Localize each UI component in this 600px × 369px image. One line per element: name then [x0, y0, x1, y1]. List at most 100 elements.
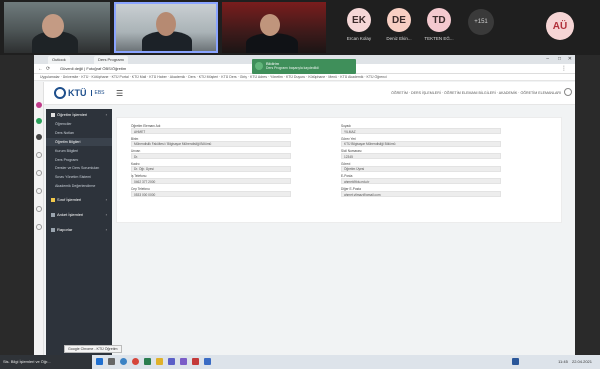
- chrome-icon[interactable]: [132, 358, 139, 365]
- rail-icon-7[interactable]: [36, 206, 42, 212]
- participant-name: Deniz Ekin...: [386, 36, 412, 41]
- profile-form-card: Öğretim Elemanı Adı AHMET Birim Mühendislik…: [116, 117, 562, 223]
- form-column-left: Öğretim Elemanı Adı AHMET Birim Mühendislik…: [131, 124, 291, 200]
- sidebar-item[interactable]: Sınav Yönetim Sistemi: [46, 173, 112, 182]
- rail-icon-3[interactable]: [36, 134, 42, 140]
- logo-text: KTÜ: [68, 88, 87, 98]
- app-header: KTÜ EBS ☰ ÖĞRETİM · DERS İŞLEMLERİ · ÖĞR…: [44, 82, 575, 105]
- url-field[interactable]: Güvenli değil | Fotoğraf ÖBS/Öğretim: [60, 66, 126, 71]
- avatar: DE: [387, 8, 411, 32]
- sidebar-item[interactable]: Kurum Bilgileri: [46, 146, 112, 155]
- browser-window: Outlook Ders Programı – □ ✕ ← ⟳ Güvenli …: [34, 55, 575, 355]
- rail-icon-4[interactable]: [36, 152, 42, 158]
- rail-icon-2[interactable]: [36, 118, 42, 124]
- close-icon[interactable]: ✕: [568, 56, 572, 62]
- sidebar-group[interactable]: Sınıf İşlemleri ›: [46, 194, 112, 205]
- rail-icon-8[interactable]: [36, 224, 42, 230]
- form-field: Görevi Öğretim Üyesi: [341, 162, 501, 172]
- field-input[interactable]: ahmet.yilmaz@gmail.com: [341, 190, 501, 197]
- sidebar-item[interactable]: Öğrenciler: [46, 120, 112, 129]
- participant-name: Ercan Kolay: [346, 36, 372, 41]
- onenote-icon[interactable]: [180, 358, 187, 365]
- field-input[interactable]: 0533 000 0000: [131, 190, 291, 197]
- sidebar-group[interactable]: Öğretim İşlemleri ›: [46, 109, 112, 120]
- word-icon[interactable]: [204, 358, 211, 365]
- sidebar-item[interactable]: Akademik Değerlendirme: [46, 181, 112, 190]
- video-tile-2[interactable]: [114, 2, 218, 53]
- taskbar-window-label[interactable]: Sis. Bilgi İşlemleri ve Öğr...: [0, 355, 92, 369]
- sidebar-group-label: Raporlar: [57, 227, 73, 233]
- chevron-down-icon: ›: [105, 197, 107, 203]
- form-field: Sicil Numarası 12345: [341, 149, 501, 160]
- field-input[interactable]: Mühendislik Fakültesi / Bilgisayar Mühen…: [131, 140, 291, 147]
- folder-icon: [51, 198, 55, 203]
- clock[interactable]: 11:45 22.04.2021: [558, 359, 592, 364]
- folder-icon: [51, 213, 55, 218]
- menu-dots-icon[interactable]: ⋮: [561, 65, 567, 72]
- rail-icon-6[interactable]: [36, 188, 42, 194]
- screen: EK Ercan Kolay DE Deniz Ekin... TD TEKTE…: [0, 0, 600, 369]
- participant-head: [156, 12, 176, 36]
- edge-icon[interactable]: [120, 358, 127, 365]
- folder-icon[interactable]: [156, 358, 163, 365]
- minimize-icon[interactable]: –: [546, 56, 549, 62]
- tray-app-icon[interactable]: [512, 358, 519, 365]
- video-tile-3[interactable]: [222, 2, 326, 53]
- sidebar-group-label: Anket İşlemleri: [57, 212, 84, 218]
- sidebar: Öğretim İşlemleri › Öğrenciler Ders Notları…: [46, 109, 112, 355]
- field-input[interactable]: KTÜ Bilgisayar Mühendisliği Bölümü: [341, 140, 501, 147]
- back-icon[interactable]: ←: [38, 66, 43, 72]
- ktu-logo[interactable]: KTÜ EBS: [54, 87, 105, 99]
- participant-silhouette: [246, 33, 298, 53]
- folder-icon: [51, 112, 55, 117]
- more-participants-button[interactable]: +151: [468, 9, 494, 35]
- field-input[interactable]: Öğretim Üyesi: [341, 165, 501, 172]
- form-column-right: Soyadı YILMAZ Görev Yeri KTÜ Bilgisayar Müh…: [341, 124, 501, 200]
- breadcrumb: ÖĞRETİM · DERS İŞLEMLERİ · ÖĞRETİM ELEMA…: [391, 91, 561, 95]
- notification-text: Ders Programı başarıyla kaydedildi: [266, 66, 319, 70]
- user-menu-icon[interactable]: [564, 88, 572, 96]
- field-input[interactable]: Dr. Öğr. Üyesi: [131, 165, 291, 172]
- field-input[interactable]: 0462 377 2000: [131, 178, 291, 185]
- field-input[interactable]: 12345: [341, 153, 501, 160]
- field-input[interactable]: YILMAZ: [341, 128, 501, 134]
- video-tile-1[interactable]: [4, 2, 110, 53]
- participant-ek[interactable]: EK Ercan Kolay: [340, 8, 378, 41]
- powerpoint-icon[interactable]: [192, 358, 199, 365]
- search-icon[interactable]: [108, 358, 115, 365]
- sidebar-group[interactable]: Anket İşlemleri ›: [46, 209, 112, 220]
- avatar: TD: [427, 8, 451, 32]
- rail-icon-1[interactable]: [36, 102, 42, 108]
- field-input[interactable]: AHMET: [131, 128, 291, 134]
- field-input[interactable]: ahmet@ktu.edu.tr: [341, 178, 501, 185]
- sidebar-item[interactable]: Ders Programı: [46, 155, 112, 164]
- participant-head: [42, 14, 64, 38]
- notification-icon: [255, 62, 263, 70]
- participant-td[interactable]: TD TEKTEN EĞ...: [420, 8, 458, 41]
- form-field: Birim Mühendislik Fakültesi / Bilgisayar …: [131, 137, 291, 147]
- teams-icon[interactable]: [168, 358, 175, 365]
- folder-icon: [51, 228, 55, 233]
- reload-icon[interactable]: ⟳: [46, 66, 50, 72]
- sidebar-item[interactable]: Dersler ve Ders Sorumluları: [46, 164, 112, 173]
- app-area: KTÜ EBS ☰ ÖĞRETİM · DERS İŞLEMLERİ · ÖĞR…: [34, 82, 575, 355]
- form-field: İş Telefonu 0462 377 2000: [131, 174, 291, 185]
- rail-icon-5[interactable]: [36, 170, 42, 176]
- bookmarks-bar[interactable]: Uygulamalar · Üniversite · KTÜ · Kütüpha…: [34, 74, 575, 81]
- form-field: Diğer E-Posta ahmet.yilmaz@gmail.com: [341, 187, 501, 197]
- hamburger-menu-icon[interactable]: ☰: [116, 89, 123, 98]
- notification-toast[interactable]: Bildirim Ders Programı başarıyla kaydedi…: [252, 59, 356, 74]
- tab-outlook[interactable]: Outlook: [48, 56, 70, 64]
- maximize-icon[interactable]: □: [558, 56, 561, 62]
- participant-de[interactable]: DE Deniz Ekin...: [380, 8, 418, 41]
- field-input[interactable]: Dr.: [131, 153, 291, 160]
- form-field: Kadro Dr. Öğr. Üyesi: [131, 162, 291, 172]
- sidebar-group[interactable]: Raporlar ›: [46, 224, 112, 235]
- excel-icon[interactable]: [144, 358, 151, 365]
- sidebar-item[interactable]: Öğretim Bilgileri: [46, 137, 112, 147]
- start-icon[interactable]: [96, 358, 103, 365]
- sidebar-item[interactable]: Ders Notları: [46, 129, 112, 138]
- self-avatar[interactable]: AÜ: [546, 12, 574, 40]
- tab-ders-programi[interactable]: Ders Programı: [94, 56, 129, 64]
- form-field: Görev Yeri KTÜ Bilgisayar Mühendisliği Bö…: [341, 137, 501, 147]
